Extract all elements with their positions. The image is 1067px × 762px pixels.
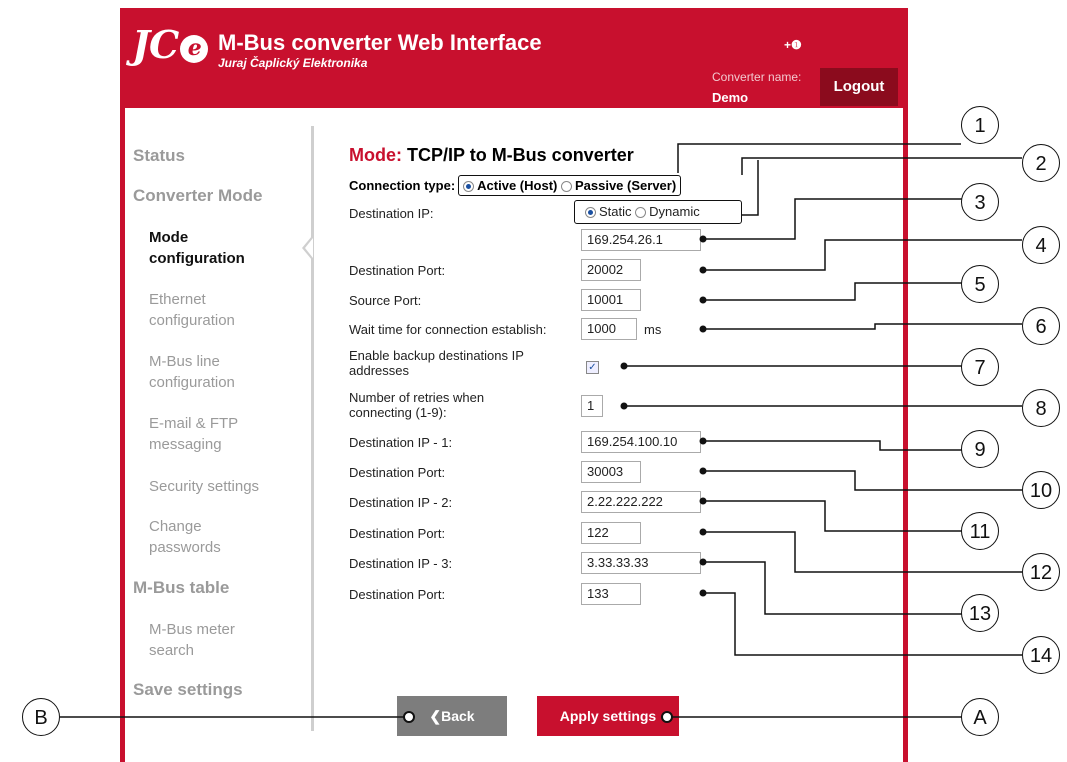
apply-settings-button[interactable]: Apply settings <box>537 696 679 736</box>
destination-ip-input[interactable]: 169.254.26.1 <box>581 229 701 251</box>
wait-time-input[interactable]: 1000 <box>581 318 637 340</box>
source-port-input[interactable]: 10001 <box>581 289 641 311</box>
sidebar-item-mbus-meter-search[interactable]: M-Bus meter search <box>149 619 249 661</box>
radio-passive-server[interactable] <box>560 181 572 193</box>
sidebar-item-status[interactable]: Status <box>133 146 185 166</box>
callout-9: 9 <box>961 430 999 468</box>
sidebar-item-mbus-line-configuration[interactable]: M-Bus line configuration <box>149 351 259 393</box>
callout-4: 4 <box>1022 226 1060 264</box>
destination-ip-3-label: Destination IP - 3: <box>349 556 453 571</box>
radio-dynamic[interactable] <box>635 207 647 219</box>
destination-port-3-label: Destination Port: <box>349 587 446 602</box>
callout-12: 12 <box>1022 553 1060 591</box>
destination-ip-2-input[interactable]: 2.22.222.222 <box>581 491 701 513</box>
ip-mode-options: Static Dynamic <box>574 200 742 224</box>
source-port-label: Source Port: <box>349 293 422 308</box>
wait-time-unit: ms <box>644 322 662 337</box>
callout-B: B <box>22 698 60 736</box>
destination-port-1-label: Destination Port: <box>349 465 446 480</box>
sidebar-item-save-settings[interactable]: Save settings <box>133 680 243 700</box>
app-subtitle: Juraj Čaplický Elektronika <box>218 56 368 70</box>
sidebar-item-security-settings[interactable]: Security settings <box>149 476 299 497</box>
radio-active-host[interactable] <box>463 181 475 193</box>
destination-ip-1-label: Destination IP - 1: <box>349 435 453 450</box>
destination-ip-label: Destination IP: <box>349 206 434 221</box>
sidebar-item-email-ftp[interactable]: E-mail & FTP messaging <box>149 413 259 455</box>
callout-13: 13 <box>961 594 999 632</box>
destination-port-1-input[interactable]: 30003 <box>581 461 641 483</box>
connection-type-label: Connection type: <box>349 178 456 193</box>
sidebar-divider <box>311 126 314 731</box>
destination-port-2-label: Destination Port: <box>349 526 446 541</box>
callout-3: 3 <box>961 183 999 221</box>
info-icon[interactable]: +❶ <box>784 38 802 52</box>
destination-port-3-input[interactable]: 133 <box>581 583 641 605</box>
callout-14: 14 <box>1022 636 1060 674</box>
destination-port-label: Destination Port: <box>349 263 446 278</box>
destination-ip-3-input[interactable]: 3.33.33.33 <box>581 552 701 574</box>
sidebar-item-mbus-table[interactable]: M-Bus table <box>133 578 229 598</box>
destination-port-input[interactable]: 20002 <box>581 259 641 281</box>
backup-destinations-checkbox[interactable]: ✓ <box>586 361 599 374</box>
callout-5: 5 <box>961 265 999 303</box>
callout-6: 6 <box>1022 307 1060 345</box>
back-button[interactable]: ❮Back <box>397 696 507 736</box>
connection-type-options: Active (Host) Passive (Server) <box>458 175 682 196</box>
sidebar-item-ethernet-configuration[interactable]: Ethernet configuration <box>149 289 259 331</box>
callout-7: 7 <box>961 348 999 386</box>
callout-2: 2 <box>1022 144 1060 182</box>
page-title: Mode: TCP/IP to M-Bus converter <box>349 145 634 165</box>
sidebar-item-converter-mode[interactable]: Converter Mode <box>133 186 262 206</box>
app-title: M-Bus converter Web Interface <box>218 30 542 55</box>
company-logo: JC e <box>132 22 209 67</box>
callout-1: 1 <box>961 106 999 144</box>
backup-destinations-label: Enable backup destinations IP addresses <box>349 348 524 378</box>
retries-input[interactable]: 1 <box>581 395 603 417</box>
callout-10: 10 <box>1022 471 1060 509</box>
converter-name-label: Converter name: <box>712 70 802 84</box>
retries-label: Number of retries when connecting (1-9): <box>349 390 485 420</box>
radio-static[interactable] <box>585 207 596 219</box>
logout-button[interactable]: Logout <box>820 68 898 106</box>
connection-type-row: Connection type: Active (Host) Passive (S… <box>349 175 682 196</box>
callout-11: 11 <box>961 512 999 550</box>
callout-A: A <box>961 698 999 736</box>
destination-ip-2-label: Destination IP - 2: <box>349 495 453 510</box>
converter-name-value: Demo <box>712 90 749 105</box>
sidebar-item-mode-configuration[interactable]: Mode configuration <box>149 227 259 269</box>
callout-8: 8 <box>1022 389 1060 427</box>
sidebar-item-change-passwords[interactable]: Change passwords <box>149 516 249 558</box>
wait-time-label: Wait time for connection establish: <box>349 322 547 337</box>
header-bar: JC e M-Bus converter Web Interface Juraj … <box>120 8 908 108</box>
destination-ip-1-input[interactable]: 169.254.100.10 <box>581 431 701 453</box>
destination-port-2-input[interactable]: 122 <box>581 522 641 544</box>
